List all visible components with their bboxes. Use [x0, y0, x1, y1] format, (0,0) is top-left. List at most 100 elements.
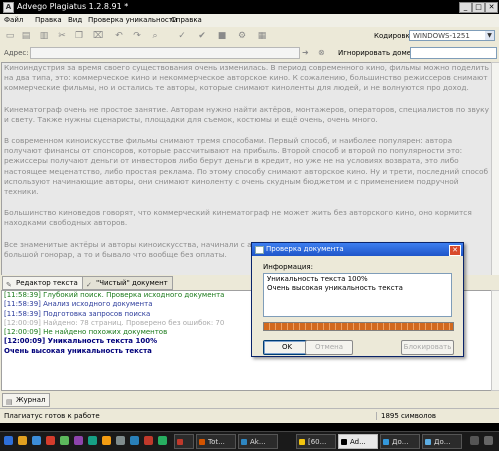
window-icon — [255, 246, 264, 254]
opera-icon — [177, 439, 183, 445]
address-input[interactable] — [30, 47, 300, 59]
task-label: Tot... — [208, 438, 225, 446]
dialog-title-bar: Проверка документа ✕ — [252, 243, 463, 256]
excel-icon[interactable] — [158, 436, 167, 445]
minimize-button[interactable]: _ — [459, 2, 472, 13]
check-document-dialog: Проверка документа ✕ Информация: Уникаль… — [251, 242, 464, 357]
pdf-icon[interactable] — [144, 436, 153, 445]
app-icon — [199, 439, 205, 445]
tab-label: Редактор текста — [16, 279, 78, 287]
menu-view[interactable]: Вид — [68, 16, 82, 24]
info-line: Уникальность текста 100% — [267, 275, 368, 283]
taskbar-item-active[interactable]: Ad... — [338, 434, 378, 449]
task-label: До... — [392, 438, 409, 446]
address-label: Адрес: — [4, 49, 29, 57]
tray-icon[interactable] — [470, 436, 479, 445]
task-label: Ad... — [350, 438, 366, 446]
app-icon — [241, 439, 247, 445]
taskbar-item[interactable]: [60... — [296, 434, 336, 449]
media-icon[interactable] — [74, 436, 83, 445]
explorer-icon[interactable] — [18, 436, 27, 445]
check-icon[interactable]: ✓ — [176, 30, 188, 42]
editor-paragraph: Кинематограф очень не простое занятие. А… — [4, 104, 490, 124]
skype-icon[interactable] — [88, 436, 97, 445]
cancel-button[interactable]: Отмена — [305, 340, 353, 355]
clear-address-icon[interactable]: ⊗ — [318, 48, 325, 57]
log-scrollbar[interactable] — [491, 290, 499, 391]
menu-uniqueness-check[interactable]: Проверка уникальности — [88, 16, 177, 24]
settings-icon[interactable]: ⚙ — [236, 30, 248, 42]
document-icon — [383, 439, 389, 445]
close-icon[interactable]: ✕ — [449, 245, 461, 256]
tab-journal[interactable]: ▤ Журнал — [2, 393, 51, 407]
menu-bar: Файл Правка Вид Проверка уникальности Сп… — [0, 14, 499, 28]
editor-paragraph: Большинство киноведов говорят, что комме… — [4, 208, 472, 228]
info-line: Очень высокая уникальность текста — [267, 284, 403, 292]
tab-clean-document[interactable]: ✓ "Чистый" документ — [82, 276, 173, 290]
clear-icon[interactable]: ⌧ — [92, 30, 104, 42]
undo-icon[interactable]: ↶ — [113, 30, 125, 42]
editor-scrollbar[interactable] — [491, 62, 499, 276]
progress-fill — [264, 323, 453, 330]
toolbar: ▭ ▤ ▥ ✂ ❐ ⌧ ↶ ↷ ⌕ ✓ ✔ ■ ⚙ ▦ Кодировка: W… — [0, 27, 499, 46]
taskbar: Tot... Ak... [60... Ad... До... До... — [0, 431, 499, 451]
go-arrow-icon[interactable]: ➜ — [302, 48, 309, 57]
taskbar-item[interactable]: Tot... — [196, 434, 236, 449]
app-icon[interactable] — [116, 436, 125, 445]
ignore-domains-input[interactable] — [410, 47, 497, 59]
deep-check-icon[interactable]: ✔ — [196, 30, 208, 42]
folder-icon — [299, 439, 305, 445]
find-icon[interactable]: ⌕ — [149, 30, 161, 42]
taskbar-item[interactable]: Ak... — [238, 434, 278, 449]
journal-tabs: ▤ Журнал — [0, 391, 499, 407]
tab-text-editor[interactable]: ✎ Редактор текста — [2, 276, 83, 290]
ie-icon[interactable] — [32, 436, 41, 445]
paste-icon[interactable]: ▥ — [38, 30, 50, 42]
close-button[interactable]: ✕ — [485, 2, 498, 13]
ok-button[interactable]: OK — [263, 340, 311, 355]
task-label: Ak... — [250, 438, 266, 446]
info-box: Уникальность текста 100% Очень высокая у… — [263, 273, 452, 317]
new-document-icon[interactable]: ▭ — [4, 30, 16, 42]
encoding-value: WINDOWS-1251 — [413, 32, 470, 40]
tray-icon[interactable] — [484, 436, 493, 445]
status-message: Плагиатус готов к работе — [4, 412, 100, 420]
copy-icon[interactable]: ❐ — [73, 30, 85, 42]
taskbar-item[interactable] — [174, 434, 194, 449]
tab-label: Журнал — [16, 396, 46, 404]
folder-icon[interactable] — [102, 436, 111, 445]
cut-icon[interactable]: ✂ — [56, 30, 68, 42]
document-icon — [425, 439, 431, 445]
char-count: 1895 символов — [376, 412, 436, 420]
stop-icon[interactable]: ■ — [216, 30, 228, 42]
opera-icon[interactable] — [46, 436, 55, 445]
start-icon[interactable] — [4, 436, 13, 445]
title-bar: A Advego Plagiatus 1.2.8.91 * _ □ ✕ — [0, 0, 499, 14]
menu-file[interactable]: Файл — [4, 16, 23, 24]
taskbar-item[interactable]: До... — [380, 434, 420, 449]
word-icon[interactable] — [130, 436, 139, 445]
editor-paragraph: Киноиндустрия за время своего существова… — [4, 63, 489, 93]
editor-paragraph: В современном киноискусстве фильмы снима… — [4, 136, 489, 197]
progress-bar — [263, 322, 454, 331]
app-logo-icon: A — [3, 2, 14, 13]
info-label: Информация: — [263, 263, 313, 271]
maximize-button[interactable]: □ — [472, 2, 485, 13]
report-icon[interactable]: ▦ — [256, 30, 268, 42]
menu-edit[interactable]: Правка — [35, 16, 62, 24]
status-bar: Плагиатус готов к работе 1895 символов — [0, 408, 499, 423]
taskbar-item[interactable]: До... — [422, 434, 462, 449]
redo-icon[interactable]: ↷ — [131, 30, 143, 42]
menu-help[interactable]: Справка — [171, 16, 202, 24]
encoding-select[interactable]: WINDOWS-1251 ▼ — [409, 30, 495, 41]
block-button[interactable]: Блокировать — [401, 340, 454, 355]
task-label: [60... — [308, 438, 327, 446]
app-logo-icon — [341, 439, 347, 445]
journal-icon: ▤ — [6, 398, 13, 406]
icq-icon[interactable] — [60, 436, 69, 445]
open-icon[interactable]: ▤ — [20, 30, 32, 42]
app-window: A Advego Plagiatus 1.2.8.91 * _ □ ✕ Файл… — [0, 0, 499, 423]
chevron-down-icon: ▼ — [485, 31, 494, 40]
dialog-title: Проверка документа — [266, 245, 344, 253]
task-label: До... — [434, 438, 451, 446]
